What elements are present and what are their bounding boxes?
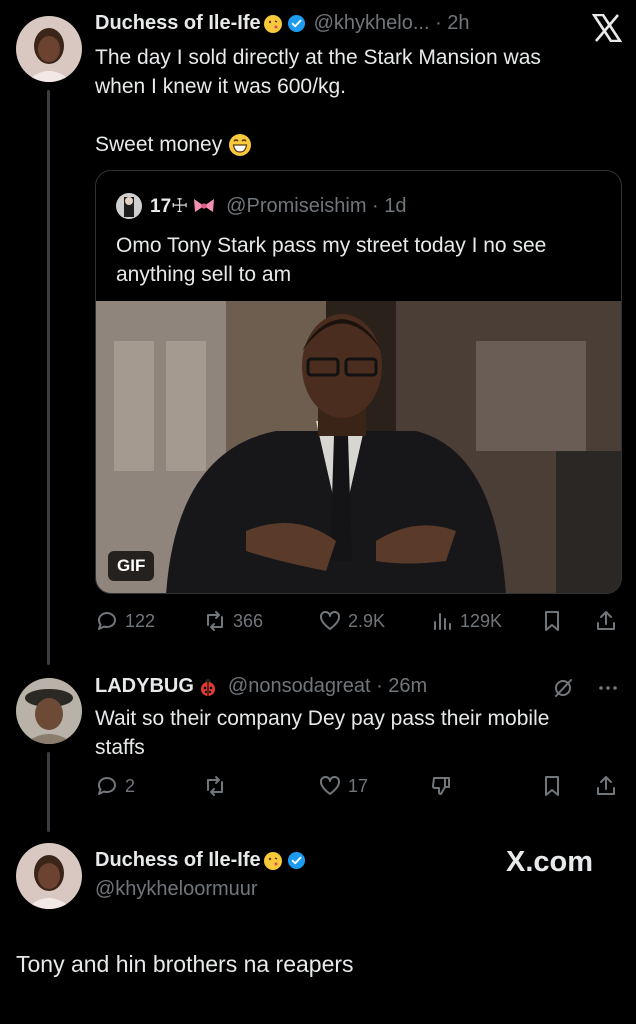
thread-connector xyxy=(47,752,50,832)
thread-connector xyxy=(47,90,50,665)
bookmark-button[interactable] xyxy=(540,774,564,798)
bow-emoji-icon xyxy=(192,196,216,216)
author-name[interactable]: Duchess of Ile-Ife xyxy=(95,849,261,872)
grok-button[interactable] xyxy=(551,676,575,700)
quote-text-line: anything sell to am xyxy=(116,263,292,286)
repost-button[interactable] xyxy=(203,774,227,798)
avatar[interactable] xyxy=(16,16,82,82)
kiss-emoji-icon xyxy=(263,14,283,34)
repost-icon xyxy=(207,776,223,796)
quote-handle-time[interactable]: @Promiseishim · 1d xyxy=(226,195,406,218)
kiss-emoji-icon xyxy=(263,851,283,871)
reply-icon xyxy=(98,612,116,630)
avatar[interactable] xyxy=(16,843,82,909)
more-dots-icon xyxy=(599,686,617,690)
bookmark-button[interactable] xyxy=(540,609,564,633)
ladybug-emoji-icon xyxy=(198,677,218,697)
avatar[interactable] xyxy=(16,678,82,744)
reply-count: 122 xyxy=(125,610,156,631)
quoted-tweet[interactable]: 17☩ @Promiseishim · 1d Omo Tony Stark pa… xyxy=(95,170,622,594)
handle-time[interactable]: @khykhelo... · 2h xyxy=(314,12,470,35)
author-handle[interactable]: @khykheloormuur xyxy=(95,878,258,901)
verified-badge-icon xyxy=(287,14,306,33)
thumbs-down-icon xyxy=(432,777,450,795)
dislike-button[interactable] xyxy=(430,774,454,798)
tweet-text-line: The day I sold directly at the Stark Man… xyxy=(95,46,541,69)
share-icon xyxy=(597,776,615,795)
views-chart-icon xyxy=(434,613,451,630)
more-options-button[interactable] xyxy=(596,676,620,700)
heart-icon xyxy=(320,610,340,630)
share-icon xyxy=(597,611,615,630)
verified-badge-icon xyxy=(287,851,306,870)
like-count: 17 xyxy=(348,775,369,796)
reply-handle-time[interactable]: @nonsodagreat · 26m xyxy=(228,675,427,698)
reply-icon xyxy=(98,777,116,795)
reply-author-name[interactable]: LADYBUG xyxy=(95,675,194,698)
reply-button[interactable]: 2 xyxy=(95,774,135,798)
like-button[interactable]: 17 xyxy=(318,774,368,798)
quote-avatar[interactable] xyxy=(116,193,142,219)
bookmark-icon xyxy=(545,776,559,796)
brand-label: X.com xyxy=(506,846,594,878)
grin-emoji-icon xyxy=(228,133,252,157)
grok-icon xyxy=(555,679,572,697)
quote-author-name[interactable]: 17☩ xyxy=(150,195,188,218)
like-button[interactable]: 2.9K xyxy=(318,609,385,633)
bookmark-icon xyxy=(545,611,559,631)
reply-button[interactable]: 122 xyxy=(95,609,155,633)
views-count: 129K xyxy=(460,610,503,631)
repost-button[interactable]: 366 xyxy=(203,609,263,633)
gif-badge: GIF xyxy=(108,551,155,581)
share-button[interactable] xyxy=(594,609,618,633)
caption-text: Tony and hin brothers na reapers xyxy=(16,951,354,977)
tweet-text-line: Sweet money xyxy=(95,133,223,156)
quote-text-line: Omo Tony Stark pass my street today I no… xyxy=(116,234,547,257)
tweet-text-line: when I knew it was 600/kg. xyxy=(95,75,346,98)
share-button[interactable] xyxy=(594,774,618,798)
views-button[interactable]: 129K xyxy=(430,609,502,633)
repost-icon xyxy=(207,611,223,631)
author-name[interactable]: Duchess of Ile-Ife xyxy=(95,12,261,35)
reply-text-line: Wait so their company Dey pay pass their… xyxy=(95,707,550,730)
gif-media[interactable]: GIF xyxy=(96,301,621,593)
repost-count: 366 xyxy=(233,610,264,631)
reply-count: 2 xyxy=(125,775,136,796)
like-count: 2.9K xyxy=(348,610,386,631)
heart-icon xyxy=(320,775,340,795)
reply-text-line: staffs xyxy=(95,736,145,759)
x-logo-icon xyxy=(591,13,623,47)
